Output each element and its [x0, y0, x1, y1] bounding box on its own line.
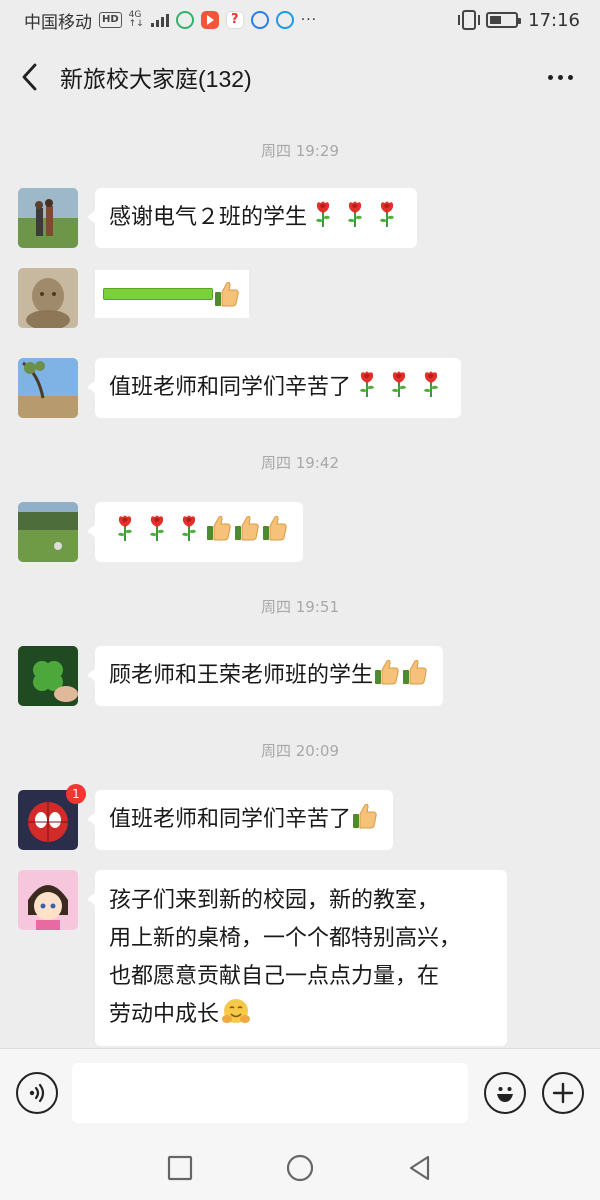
input-bar — [0, 1048, 600, 1136]
square-icon — [167, 1155, 193, 1181]
rose-icon — [146, 514, 168, 542]
rose-icon — [114, 514, 136, 542]
circle-icon — [286, 1154, 314, 1182]
message-line: 用上新的桌椅，一个个都特别高兴， — [109, 926, 462, 951]
plus-icon — [552, 1082, 574, 1103]
timestamp-separator: 周四 20:09 — [261, 742, 339, 760]
rose-icon — [178, 514, 200, 542]
sticker-message[interactable] — [95, 268, 249, 318]
circle-app-icon — [275, 11, 294, 29]
video-app-icon — [200, 11, 219, 29]
hugging-face-icon — [222, 999, 251, 1023]
message: 感谢电气２班的学生 — [18, 188, 418, 248]
status-bar: 中国移动 HD 4G ↑↓ ? ··· 17:16 — [0, 0, 600, 40]
question-app-icon: ? — [225, 11, 244, 29]
avatar[interactable] — [18, 188, 78, 248]
status-left: 中国移动 HD 4G ↑↓ ? ··· — [24, 8, 317, 33]
rose-icon — [312, 200, 334, 228]
thumbs-up-icon — [352, 802, 378, 830]
timestamp-separator: 周四 19:29 — [261, 142, 339, 160]
message-text: 值班老师和同学们辛苦了 — [109, 807, 352, 832]
message-line: 孩子们来到新的校园，新的教室， — [109, 888, 440, 913]
network-type: 4G ↑↓ — [129, 11, 144, 29]
avatar[interactable] — [18, 358, 78, 418]
message-line: 劳动中成长 — [109, 1002, 220, 1027]
status-right: 17:16 — [458, 9, 580, 31]
headset-app-icon — [175, 11, 194, 29]
back-icon[interactable] — [20, 57, 48, 97]
message-input[interactable] — [72, 1062, 468, 1123]
message-text: 感谢电气２班的学生 — [109, 205, 308, 230]
vibrate-icon — [458, 10, 481, 30]
message-text: 顾老师和王荣老师班的学生 — [109, 663, 374, 688]
message-bubble[interactable] — [87, 502, 303, 562]
voice-icon — [29, 1083, 45, 1102]
triangle-back-icon — [409, 1155, 430, 1181]
avatar[interactable] — [18, 502, 78, 562]
recent-apps-button[interactable] — [160, 1148, 200, 1188]
system-nav-bar — [0, 1136, 600, 1200]
avatar[interactable] — [18, 646, 78, 706]
message — [18, 268, 249, 328]
more-actions-button[interactable] — [542, 1071, 584, 1114]
message: 顾老师和王荣老师班的学生 — [18, 646, 444, 706]
thumbs-up-icon — [214, 280, 240, 308]
message-text: 值班老师和同学们辛苦了 — [109, 375, 352, 400]
unread-badge: 1 — [66, 784, 86, 804]
avatar[interactable]: 1 — [18, 784, 86, 850]
message — [18, 502, 303, 562]
message-line: 也都愿意贡献自己一点点力量，在 — [109, 964, 440, 989]
emoji-button[interactable] — [484, 1071, 526, 1114]
message-bubble[interactable]: 孩子们来到新的校园，新的教室， 用上新的桌椅，一个个都特别高兴， 也都愿意贡献自… — [87, 870, 507, 1046]
avatar[interactable] — [18, 870, 78, 930]
more-options-icon[interactable] — [540, 57, 580, 97]
voice-input-button[interactable] — [16, 1071, 58, 1114]
message-line-last: 劳动中成长 — [109, 996, 493, 1034]
rose-icon — [376, 200, 398, 228]
message: 孩子们来到新的校园，新的教室， 用上新的桌椅，一个个都特别高兴， 也都愿意贡献自… — [18, 870, 507, 1046]
thumbs-up-icon — [262, 514, 288, 542]
message-bubble[interactable]: 顾老师和王荣老师班的学生 — [86, 646, 444, 706]
battery-icon — [486, 12, 522, 28]
chat-messages[interactable]: 周四 19:29 感谢电气２班的学生 值班老师和同学们辛苦了 周四 19:42 — [0, 114, 600, 1048]
message-bubble[interactable]: 值班老师和同学们辛苦了 — [86, 790, 394, 850]
network-activity: ↑↓ — [128, 19, 144, 29]
message: 值班老师和同学们辛苦了 — [18, 358, 462, 418]
rose-icon — [356, 370, 378, 398]
hd-badge: HD — [99, 12, 122, 28]
sticker — [95, 270, 249, 318]
rose-icon — [344, 200, 366, 228]
timestamp-separator: 周四 19:51 — [261, 598, 339, 616]
carrier-label: 中国移动 — [24, 12, 92, 33]
home-button[interactable] — [280, 1148, 320, 1188]
rose-icon — [388, 370, 410, 398]
thumbs-up-icon — [206, 514, 232, 542]
signal-icon — [150, 13, 169, 27]
chat-header: 新旅校大家庭(132) — [0, 40, 600, 114]
timestamp-separator: 周四 19:42 — [261, 454, 339, 472]
chat-title: 新旅校大家庭(132) — [60, 66, 252, 92]
thumbs-up-icon — [374, 658, 400, 686]
message-bubble[interactable]: 感谢电气２班的学生 — [86, 188, 418, 248]
thumbs-up-icon — [402, 658, 428, 686]
message-bubble[interactable]: 值班老师和同学们辛苦了 — [86, 358, 462, 418]
thumbs-up-icon — [234, 514, 260, 542]
avatar[interactable] — [18, 268, 78, 328]
back-nav-button[interactable] — [400, 1148, 440, 1188]
sticker-bar — [103, 288, 213, 300]
clock: 17:16 — [528, 9, 580, 31]
smiley-icon — [497, 1086, 513, 1102]
triangle-app-icon — [250, 11, 269, 29]
rose-icon — [420, 370, 442, 398]
more-notifications-icon: ··· — [300, 12, 318, 28]
message: 1 值班老师和同学们辛苦了 — [18, 784, 394, 850]
